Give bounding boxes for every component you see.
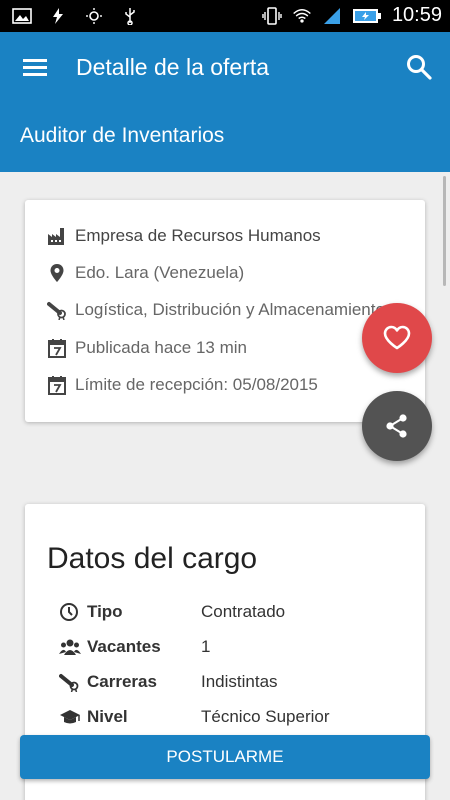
calendar-icon bbox=[48, 339, 66, 358]
bolt-icon bbox=[53, 8, 63, 24]
heart-icon bbox=[383, 325, 411, 350]
offer-summary-card: Empresa de Recursos Humanos Edo. Lara (V… bbox=[25, 200, 425, 422]
search-icon[interactable] bbox=[404, 52, 434, 82]
scrollbar[interactable] bbox=[443, 176, 446, 286]
detail-row-tipo: Tipo Contratado bbox=[59, 602, 285, 622]
group-icon bbox=[59, 639, 81, 655]
share-button[interactable] bbox=[362, 391, 432, 461]
image-icon bbox=[12, 8, 32, 24]
vibrate-icon bbox=[262, 6, 282, 25]
detail-value: Técnico Superior bbox=[201, 707, 330, 726]
area-row: Logística, Distribución y Almacenamiento bbox=[47, 300, 385, 320]
detail-value: Contratado bbox=[201, 602, 286, 621]
detail-label: Tipo bbox=[87, 602, 123, 621]
clock-icon bbox=[60, 603, 78, 621]
brightness-icon bbox=[86, 8, 102, 24]
deadline-text: Límite de recepción: 05/08/2015 bbox=[75, 375, 318, 394]
deadline-row: Límite de recepción: 05/08/2015 bbox=[47, 375, 318, 395]
detail-label: Nivel bbox=[87, 707, 128, 726]
location-pin-icon bbox=[50, 264, 64, 282]
apply-button[interactable]: POSTULARME bbox=[20, 735, 430, 779]
published-row: Publicada hace 13 min bbox=[47, 338, 247, 358]
detail-label: Carreras bbox=[87, 672, 157, 691]
detail-row-nivel: Nivel Técnico Superior bbox=[59, 707, 330, 727]
company-row: Empresa de Recursos Humanos bbox=[47, 226, 321, 246]
detail-value: 1 bbox=[201, 637, 211, 656]
location-row: Edo. Lara (Venezuela) bbox=[47, 263, 244, 283]
diploma-icon bbox=[47, 302, 66, 320]
area-text: Logística, Distribución y Almacenamiento bbox=[75, 300, 385, 319]
page-title: Detalle de la oferta bbox=[76, 54, 270, 80]
clock-time: 10:59 bbox=[391, 4, 442, 26]
share-icon bbox=[386, 414, 407, 438]
detail-value: Indistintas bbox=[201, 672, 278, 691]
signal-icon bbox=[323, 7, 340, 24]
usb-icon bbox=[125, 8, 135, 25]
detail-label: Vacantes bbox=[87, 637, 161, 656]
graduation-cap-icon bbox=[60, 710, 80, 724]
detail-row-carreras: Carreras Indistintas bbox=[59, 672, 278, 692]
battery-icon bbox=[352, 8, 381, 23]
offer-content[interactable]: Empresa de Recursos Humanos Edo. Lara (V… bbox=[0, 172, 450, 800]
app-bar: Detalle de la oferta Auditor de Inventar… bbox=[0, 32, 450, 172]
favorite-button[interactable] bbox=[362, 303, 432, 373]
status-bar: 10:59 bbox=[0, 0, 450, 32]
wifi-icon bbox=[293, 8, 311, 23]
calendar-icon bbox=[48, 376, 66, 395]
company-name: Empresa de Recursos Humanos bbox=[75, 226, 321, 245]
diploma-icon bbox=[59, 674, 79, 692]
location-text: Edo. Lara (Venezuela) bbox=[75, 263, 245, 282]
detail-row-vacantes: Vacantes 1 bbox=[59, 637, 210, 657]
details-heading: Datos del cargo bbox=[47, 542, 258, 575]
menu-icon[interactable] bbox=[20, 52, 50, 82]
factory-icon bbox=[48, 228, 64, 245]
published-text: Publicada hace 13 min bbox=[75, 338, 248, 357]
job-title: Auditor de Inventarios bbox=[20, 124, 225, 147]
